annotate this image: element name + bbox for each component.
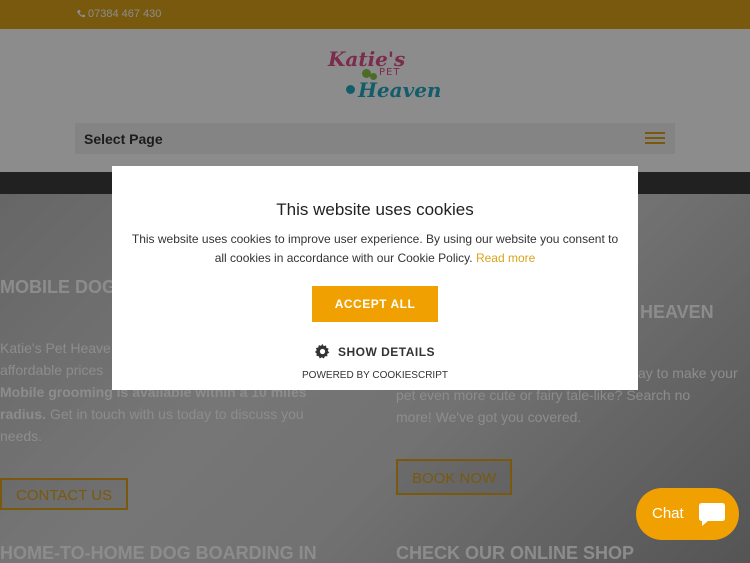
cookie-dialog-title: This website uses cookies <box>276 200 474 219</box>
cookie-body-text: This website uses cookies to improve use… <box>131 232 619 265</box>
show-details-toggle[interactable]: SHOW DETAILS <box>112 344 638 359</box>
gear-icon <box>314 344 330 359</box>
accept-all-button[interactable]: ACCEPT ALL <box>312 286 438 322</box>
powered-by-link[interactable]: POWERED BY COOKIESCRIPT <box>112 370 638 381</box>
show-details-label: SHOW DETAILS <box>337 344 436 359</box>
cookie-dialog-body: This website uses cookies to improve use… <box>130 230 620 268</box>
chat-label: Chat <box>652 505 684 522</box>
chat-widget-button[interactable]: Chat <box>636 488 739 540</box>
cookie-consent-dialog: This website uses cookies This website u… <box>112 166 638 390</box>
chat-bubble-icon <box>699 503 725 526</box>
read-more-link[interactable]: Read more <box>476 251 535 265</box>
